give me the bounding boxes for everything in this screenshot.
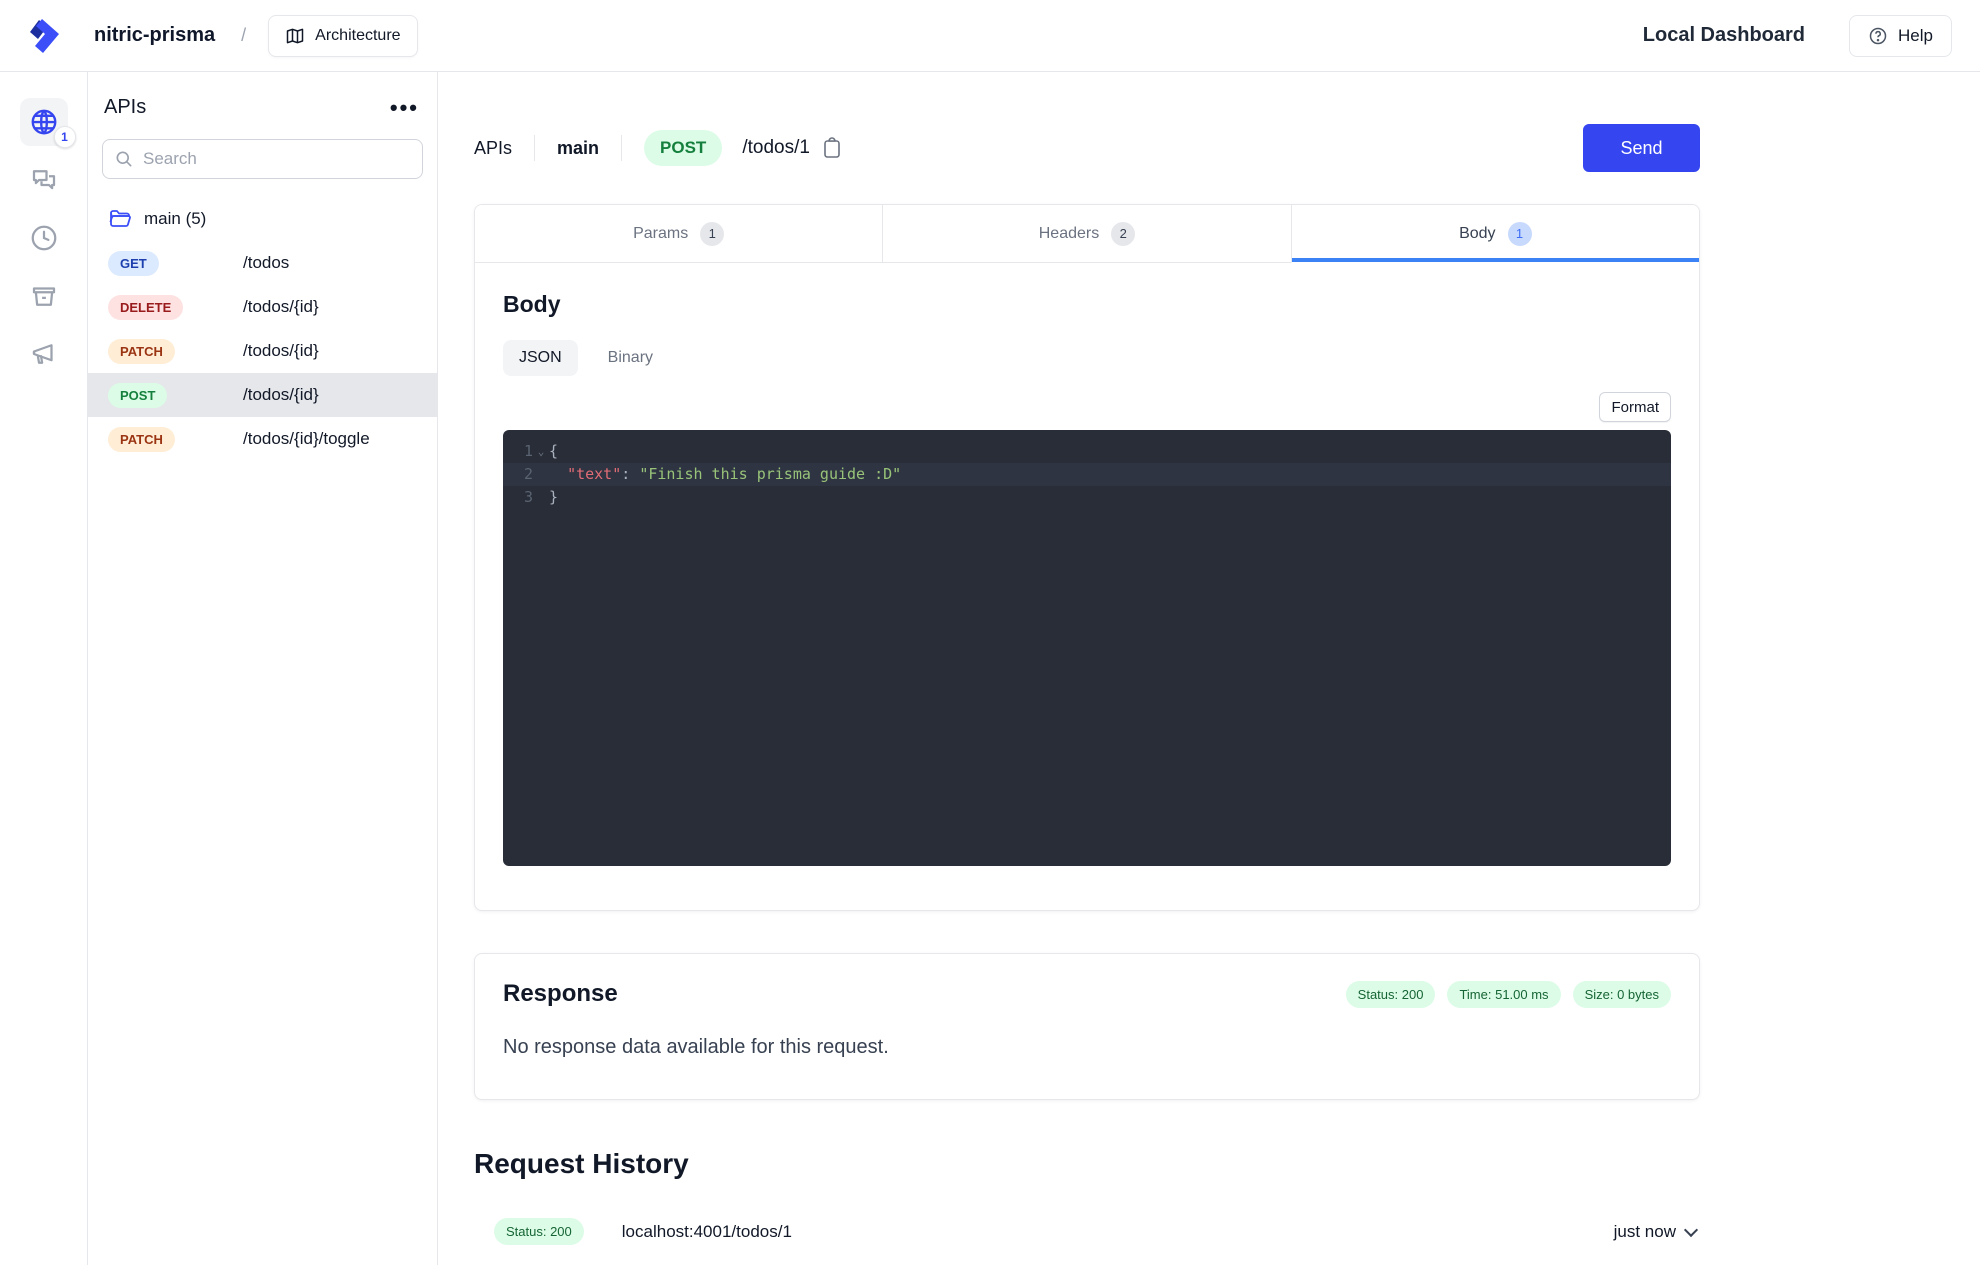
rail-item-topics[interactable] (20, 330, 68, 378)
route-get-todos[interactable]: GET /todos (88, 241, 437, 285)
api-group-label: main (5) (144, 209, 207, 228)
top-header: nitric-prisma / Architecture Local Dashb… (0, 0, 1980, 72)
json-key: "text" (567, 465, 622, 483)
send-button[interactable]: Send (1583, 124, 1700, 172)
history-timestamp: just now (1613, 1221, 1676, 1241)
method-badge: PATCH (108, 338, 175, 364)
response-time-badge: Time: 51.00 ms (1447, 980, 1561, 1008)
fold-chevron-icon[interactable]: ⌄ (533, 440, 549, 463)
icon-rail: 1 (0, 72, 88, 1265)
route-patch-todo[interactable]: PATCH /todos/{id} (88, 329, 437, 373)
request-breadcrumb-bar: APIs main POST /todos/1 Send (474, 124, 1700, 172)
editor-line: 3 } (503, 486, 1671, 509)
route-patch-toggle[interactable]: PATCH /todos/{id}/toggle (88, 417, 437, 461)
json-body-editor[interactable]: 1 ⌄ { 2 "text": "Finish this prisma guid… (503, 430, 1671, 866)
architecture-button[interactable]: Architecture (268, 14, 418, 57)
rail-item-websockets[interactable] (20, 156, 68, 204)
tab-count-badge: 1 (1507, 221, 1532, 246)
editor-line: 1 ⌄ { (503, 440, 1671, 463)
response-status-badge: Status: 200 (1345, 980, 1436, 1008)
sidebar-title: APIs (104, 96, 147, 118)
route-post-todo[interactable]: POST /todos/{id} (88, 373, 437, 417)
request-method-badge: POST (644, 130, 723, 166)
response-empty-message: No response data available for this requ… (503, 1036, 889, 1058)
route-path: /todos (243, 253, 290, 272)
request-path: /todos/1 (742, 137, 810, 158)
dashboard-title: Local Dashboard (1642, 24, 1806, 46)
search-input[interactable] (102, 139, 423, 179)
folder-open-icon (108, 207, 132, 231)
sidebar-menu-button[interactable]: ••• (390, 96, 419, 118)
request-history-title: Request History (474, 1148, 689, 1179)
tab-label: Headers (1038, 224, 1100, 242)
tab-body[interactable]: Body 1 (1290, 205, 1699, 263)
route-path: /todos/{id}/toggle (243, 429, 370, 448)
line-number: 2 (523, 465, 533, 483)
route-delete-todo[interactable]: DELETE /todos/{id} (88, 285, 437, 329)
apis-count-badge: 1 (53, 126, 76, 148)
request-tabs: Params 1 Headers 2 Body 1 (475, 205, 1699, 263)
history-item[interactable]: Status: 200 localhost:4001/todos/1 just … (474, 1218, 1700, 1265)
method-badge: PATCH (108, 426, 175, 452)
api-sidebar: APIs ••• main (5) GET /todos (88, 72, 438, 1265)
line-number: 1 (523, 442, 533, 460)
tab-count-badge: 2 (1111, 221, 1136, 246)
body-panel-title: Body (503, 291, 561, 317)
api-group-main[interactable]: main (5) (88, 207, 437, 231)
body-mode-binary[interactable]: Binary (608, 349, 653, 367)
help-button[interactable]: Help (1849, 14, 1952, 57)
help-icon (1868, 26, 1888, 46)
breadcrumb-divider (534, 135, 536, 161)
editor-line-active: 2 "text": "Finish this prisma guide :D" (503, 463, 1671, 486)
route-path: /todos/{id} (243, 297, 319, 316)
chevron-down-icon[interactable] (1683, 1222, 1699, 1237)
copy-path-icon[interactable] (822, 137, 842, 159)
breadcrumb-separator: / (241, 25, 247, 45)
body-mode-json[interactable]: JSON (503, 340, 578, 376)
breadcrumb-api-name: main (557, 137, 600, 158)
route-path: /todos/{id} (243, 385, 319, 404)
bucket-icon (29, 281, 59, 311)
code-text: { (549, 442, 559, 460)
tab-label: Body (1459, 224, 1496, 242)
format-button[interactable]: Format (1599, 392, 1671, 422)
architecture-label: Architecture (315, 26, 401, 44)
tab-headers[interactable]: Headers 2 (882, 205, 1291, 263)
method-badge: POST (108, 382, 168, 408)
code-text: "text": "Finish this prisma guide :D" (567, 465, 902, 483)
tab-label: Params (633, 224, 689, 242)
request-card: Params 1 Headers 2 Body 1 Body JSON Bina… (474, 204, 1700, 911)
rail-item-storage[interactable] (20, 272, 68, 320)
rail-item-apis[interactable]: 1 (19, 98, 76, 148)
tab-count-badge: 1 (700, 221, 725, 246)
main-panel: APIs main POST /todos/1 Send Params 1 He… (438, 72, 1980, 1265)
response-card: Response Status: 200 Time: 51.00 ms Size… (474, 953, 1700, 1100)
tab-params[interactable]: Params 1 (475, 205, 883, 263)
json-string-value: "Finish this prisma guide :D" (639, 465, 902, 483)
search-icon (114, 149, 134, 174)
code-text: } (549, 488, 559, 506)
breadcrumb-apis[interactable]: APIs (474, 138, 512, 159)
response-size-badge: Size: 0 bytes (1572, 980, 1671, 1008)
map-icon (285, 26, 305, 46)
body-panel: Body JSON Binary Format 1 ⌄ { 2 "text": … (475, 263, 1699, 910)
history-url: localhost:4001/todos/1 (621, 1221, 792, 1241)
chat-bubbles-icon (29, 165, 59, 195)
line-number: 3 (523, 488, 533, 506)
method-badge: DELETE (108, 294, 184, 320)
response-title: Response (503, 980, 618, 1007)
nitric-logo (0, 15, 88, 57)
route-list: GET /todos DELETE /todos/{id} PATCH /tod… (88, 241, 437, 461)
rail-item-schedules[interactable] (20, 214, 68, 262)
project-title: nitric-prisma (94, 24, 216, 46)
clock-icon (29, 223, 59, 253)
help-label: Help (1898, 25, 1933, 45)
history-status-badge: Status: 200 (494, 1218, 584, 1245)
route-path: /todos/{id} (243, 341, 319, 360)
method-badge: GET (108, 250, 159, 276)
megaphone-icon (29, 339, 59, 369)
breadcrumb-divider (621, 135, 623, 161)
